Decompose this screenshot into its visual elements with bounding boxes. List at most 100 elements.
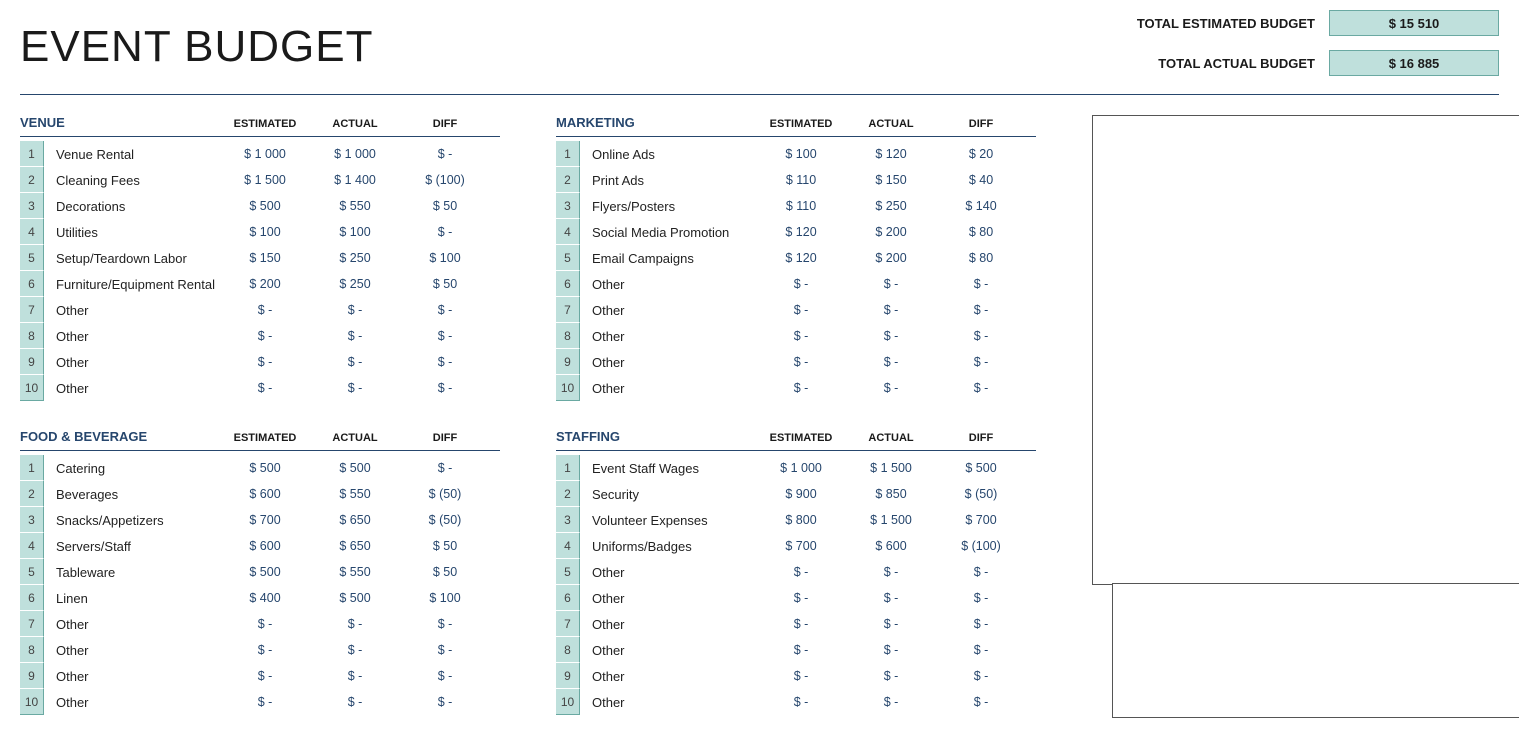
row-diff: $ (100) bbox=[936, 539, 1026, 553]
row-estimated: $ - bbox=[220, 329, 310, 343]
row-estimated: $ 1 000 bbox=[756, 461, 846, 475]
row-diff: $ 100 bbox=[400, 251, 490, 265]
row-diff: $ - bbox=[400, 147, 490, 161]
row-actual: $ 200 bbox=[846, 225, 936, 239]
row-number: 10 bbox=[556, 689, 580, 715]
table-row: 4Social Media Promotion$ 120$ 200$ 80 bbox=[556, 219, 1036, 245]
row-number: 5 bbox=[20, 245, 44, 271]
row-estimated: $ 500 bbox=[220, 461, 310, 475]
table-row: 9Other$ -$ -$ - bbox=[20, 663, 500, 689]
row-number: 4 bbox=[20, 533, 44, 559]
row-diff: $ - bbox=[936, 355, 1026, 369]
row-diff: $ - bbox=[936, 643, 1026, 657]
row-estimated: $ - bbox=[756, 695, 846, 709]
total-estimated-line: TOTAL ESTIMATED BUDGET $ 15 510 bbox=[1137, 10, 1499, 36]
row-actual: $ 1 500 bbox=[846, 513, 936, 527]
row-actual: $ 500 bbox=[310, 461, 400, 475]
row-estimated: $ - bbox=[220, 355, 310, 369]
row-diff: $ - bbox=[400, 303, 490, 317]
table-row: 3Flyers/Posters$ 110$ 250$ 140 bbox=[556, 193, 1036, 219]
row-label: Other bbox=[56, 695, 220, 710]
row-actual: $ - bbox=[846, 329, 936, 343]
row-diff: $ - bbox=[400, 355, 490, 369]
row-estimated: $ - bbox=[756, 643, 846, 657]
table-row: 10Other$ -$ -$ - bbox=[20, 375, 500, 401]
section-header: FOOD & BEVERAGEESTIMATEDACTUALDIFF bbox=[20, 429, 500, 451]
row-number: 3 bbox=[556, 507, 580, 533]
row-diff: $ - bbox=[936, 381, 1026, 395]
row-actual: $ 650 bbox=[310, 513, 400, 527]
row-actual: $ - bbox=[310, 355, 400, 369]
row-label: Online Ads bbox=[592, 147, 756, 162]
row-number: 8 bbox=[556, 323, 580, 349]
row-number: 2 bbox=[556, 167, 580, 193]
chart-placeholder-top bbox=[1092, 115, 1519, 585]
row-estimated: $ 150 bbox=[220, 251, 310, 265]
row-diff: $ - bbox=[400, 329, 490, 343]
row-label: Print Ads bbox=[592, 173, 756, 188]
row-diff: $ (50) bbox=[936, 487, 1026, 501]
table-row: 8Other$ -$ -$ - bbox=[20, 323, 500, 349]
row-estimated: $ - bbox=[756, 329, 846, 343]
row-actual: $ - bbox=[310, 329, 400, 343]
row-number: 8 bbox=[556, 637, 580, 663]
table-row: 4Servers/Staff$ 600$ 650$ 50 bbox=[20, 533, 500, 559]
row-number: 10 bbox=[20, 375, 44, 401]
row-estimated: $ 120 bbox=[756, 251, 846, 265]
column-actual: ACTUAL bbox=[310, 118, 400, 130]
row-actual: $ 1 000 bbox=[310, 147, 400, 161]
row-number: 6 bbox=[20, 585, 44, 611]
table-row: 2Print Ads$ 110$ 150$ 40 bbox=[556, 167, 1036, 193]
row-label: Beverages bbox=[56, 487, 220, 502]
column-estimated: ESTIMATED bbox=[756, 118, 846, 130]
column-diff: DIFF bbox=[400, 432, 490, 444]
table-row: 10Other$ -$ -$ - bbox=[20, 689, 500, 715]
table-row: 6Furniture/Equipment Rental$ 200$ 250$ 5… bbox=[20, 271, 500, 297]
row-label: Snacks/Appetizers bbox=[56, 513, 220, 528]
row-label: Security bbox=[592, 487, 756, 502]
row-estimated: $ - bbox=[756, 669, 846, 683]
row-number: 2 bbox=[20, 481, 44, 507]
row-number: 1 bbox=[556, 141, 580, 167]
row-actual: $ - bbox=[846, 277, 936, 291]
row-estimated: $ 100 bbox=[756, 147, 846, 161]
row-label: Other bbox=[592, 669, 756, 684]
row-number: 1 bbox=[556, 455, 580, 481]
row-estimated: $ 600 bbox=[220, 539, 310, 553]
row-actual: $ 200 bbox=[846, 251, 936, 265]
table-row: 6Linen$ 400$ 500$ 100 bbox=[20, 585, 500, 611]
row-number: 7 bbox=[556, 611, 580, 637]
row-number: 4 bbox=[556, 533, 580, 559]
row-label: Other bbox=[56, 355, 220, 370]
section-header: STAFFINGESTIMATEDACTUALDIFF bbox=[556, 429, 1036, 451]
total-actual-label: TOTAL ACTUAL BUDGET bbox=[1158, 56, 1315, 71]
row-label: Other bbox=[56, 669, 220, 684]
table-row: 9Other$ -$ -$ - bbox=[20, 349, 500, 375]
row-actual: $ 1 500 bbox=[846, 461, 936, 475]
row-actual: $ - bbox=[846, 669, 936, 683]
row-diff: $ 50 bbox=[400, 565, 490, 579]
row-label: Furniture/Equipment Rental bbox=[56, 277, 220, 292]
row-actual: $ 1 400 bbox=[310, 173, 400, 187]
row-number: 10 bbox=[20, 689, 44, 715]
row-number: 4 bbox=[20, 219, 44, 245]
row-actual: $ - bbox=[310, 669, 400, 683]
row-number: 9 bbox=[556, 663, 580, 689]
table-row: 6Other$ -$ -$ - bbox=[556, 271, 1036, 297]
row-number: 7 bbox=[556, 297, 580, 323]
row-label: Other bbox=[56, 643, 220, 658]
row-number: 7 bbox=[20, 611, 44, 637]
table-row: 8Other$ -$ -$ - bbox=[556, 323, 1036, 349]
row-estimated: $ - bbox=[756, 355, 846, 369]
row-label: Event Staff Wages bbox=[592, 461, 756, 476]
table-row: 3Snacks/Appetizers$ 700$ 650$ (50) bbox=[20, 507, 500, 533]
row-diff: $ - bbox=[936, 277, 1026, 291]
row-estimated: $ 600 bbox=[220, 487, 310, 501]
row-label: Servers/Staff bbox=[56, 539, 220, 554]
row-diff: $ (50) bbox=[400, 487, 490, 501]
row-estimated: $ - bbox=[756, 591, 846, 605]
header: EVENT BUDGET TOTAL ESTIMATED BUDGET $ 15… bbox=[20, 10, 1499, 95]
row-actual: $ - bbox=[846, 565, 936, 579]
row-actual: $ 550 bbox=[310, 565, 400, 579]
row-label: Utilities bbox=[56, 225, 220, 240]
